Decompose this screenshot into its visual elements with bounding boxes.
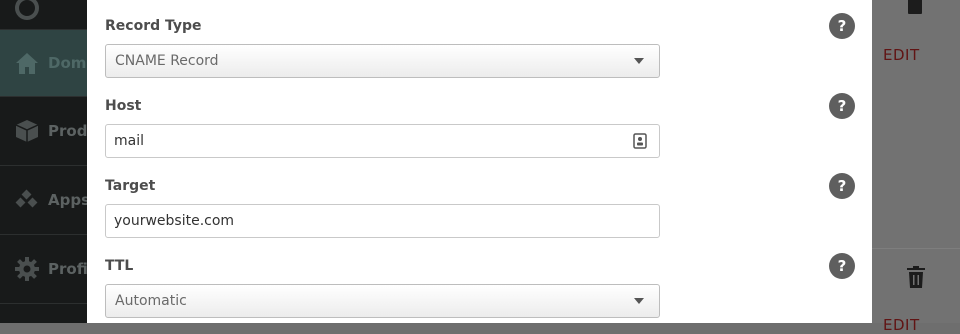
sidebar: Domains Products Apps Profile <box>0 0 87 323</box>
sidebar-item-apps[interactable]: Apps <box>0 166 87 235</box>
record-type-value: CNAME Record <box>115 53 219 69</box>
apps-icon <box>15 189 38 208</box>
sidebar-item-profile[interactable]: Profile <box>0 235 87 304</box>
edit-link[interactable]: EDIT <box>883 316 920 334</box>
help-icon: ? <box>837 257 847 275</box>
ttl-help-button[interactable]: ? <box>829 253 855 279</box>
target-label: Target <box>105 178 156 194</box>
edit-record-modal: Record Type ? CNAME Record Host ? Target… <box>87 0 872 323</box>
records-table-background: EDIT EDIT <box>872 0 960 334</box>
sidebar-item-label: Products <box>48 122 87 140</box>
help-icon: ? <box>837 17 847 35</box>
home-icon <box>16 53 38 74</box>
gear-icon <box>15 257 39 281</box>
sidebar-item-label: Domains <box>48 54 87 72</box>
ttl-value: Automatic <box>115 293 187 309</box>
record-type-label: Record Type <box>105 18 202 34</box>
host-field[interactable] <box>105 124 660 158</box>
trash-icon[interactable] <box>906 0 924 16</box>
ttl-select[interactable]: Automatic <box>105 284 660 318</box>
record-type-select[interactable]: CNAME Record <box>105 44 660 78</box>
row-divider <box>872 248 960 249</box>
sidebar-item-top[interactable] <box>0 0 87 30</box>
sidebar-item-label: Profile <box>48 260 87 278</box>
chevron-down-icon <box>634 58 644 64</box>
target-input[interactable] <box>114 213 659 229</box>
help-icon: ? <box>837 97 847 115</box>
host-input[interactable] <box>114 133 633 149</box>
target-help-button[interactable]: ? <box>829 173 855 199</box>
host-help-button[interactable]: ? <box>829 93 855 119</box>
record-type-help-button[interactable]: ? <box>829 13 855 39</box>
clock-icon <box>15 0 39 20</box>
trash-icon[interactable] <box>907 266 925 288</box>
edit-link[interactable]: EDIT <box>883 46 920 64</box>
box-icon <box>15 120 39 142</box>
sidebar-item-domains[interactable]: Domains <box>0 30 87 97</box>
help-icon: ? <box>837 177 847 195</box>
chevron-down-icon <box>634 298 644 304</box>
ttl-label: TTL <box>105 258 134 274</box>
sidebar-item-products[interactable]: Products <box>0 97 87 166</box>
host-label: Host <box>105 98 142 114</box>
sidebar-item-label: Apps <box>48 191 87 209</box>
contact-card-icon[interactable] <box>633 133 647 149</box>
target-field[interactable] <box>105 204 660 238</box>
